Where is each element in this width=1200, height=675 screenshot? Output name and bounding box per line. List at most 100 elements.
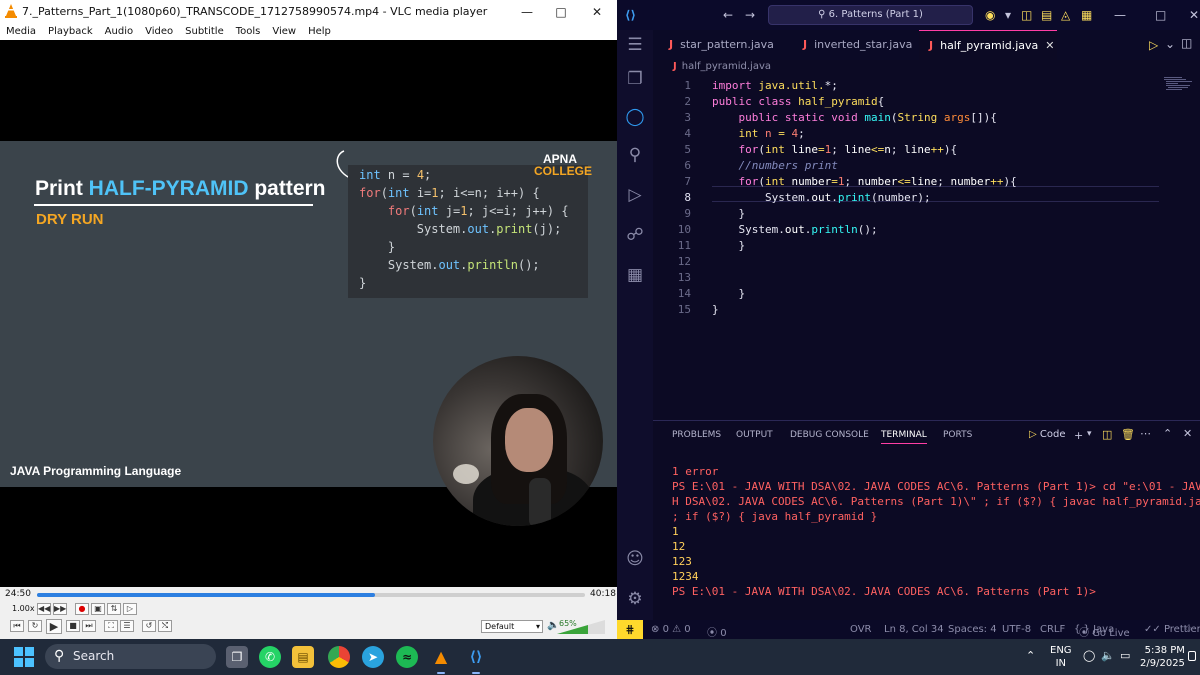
- menu-playback[interactable]: Playback: [42, 24, 99, 40]
- toggle-secondary-sidebar-icon[interactable]: ◬: [1061, 0, 1070, 30]
- spotify-icon[interactable]: ≈: [396, 646, 418, 668]
- tab-half-pyramid[interactable]: Jhalf_pyramid.java ✕: [919, 30, 1057, 60]
- repeat-icon[interactable]: ↺: [142, 620, 156, 632]
- settings-gear-icon[interactable]: ⚙: [624, 588, 646, 610]
- source-control-icon[interactable]: ☍: [624, 224, 646, 246]
- tab-star-pattern[interactable]: Jstar_pattern.java: [661, 30, 789, 60]
- encoding[interactable]: UTF-8: [1002, 624, 1031, 635]
- playback-speed[interactable]: 1.00x: [12, 604, 35, 613]
- taskbar-search[interactable]: ⚲ Search: [45, 644, 216, 669]
- windows-start-icon[interactable]: [14, 647, 34, 667]
- copilot-menu-icon[interactable]: ▾: [1005, 0, 1011, 30]
- vlc-taskbar-icon[interactable]: ▲: [430, 646, 452, 674]
- account-icon[interactable]: ☺: [624, 548, 646, 570]
- notifications-icon[interactable]: ♢: [1184, 624, 1193, 635]
- faster-icon[interactable]: ▶▶: [53, 603, 67, 615]
- kill-terminal-icon[interactable]: 🗑: [1121, 428, 1135, 441]
- split-terminal-icon[interactable]: ◫: [1102, 428, 1112, 441]
- maximize-button[interactable]: □: [544, 0, 578, 24]
- chrome-icon[interactable]: [328, 646, 350, 668]
- wifi-icon[interactable]: ◯: [1083, 649, 1095, 662]
- minimize-button[interactable]: —: [510, 0, 544, 24]
- search-view-icon[interactable]: ⚲: [624, 144, 646, 166]
- menu-subtitle[interactable]: Subtitle: [179, 24, 230, 40]
- extended-settings-icon[interactable]: ☰: [120, 620, 134, 632]
- extensions-icon[interactable]: ▦: [624, 264, 646, 286]
- frame-step-icon[interactable]: ▷: [123, 603, 137, 615]
- split-editor-icon[interactable]: ◫: [1181, 36, 1192, 50]
- close-panel-icon[interactable]: ✕: [1183, 427, 1192, 440]
- minimap[interactable]: [1162, 76, 1194, 96]
- problems-status[interactable]: ⊗ 0 ⚠ 0: [651, 624, 691, 635]
- explorer-icon[interactable]: ❐: [624, 68, 646, 90]
- video-area[interactable]: Print HALF-PYRAMID pattern DRY RUN int n…: [0, 40, 617, 587]
- task-view-icon[interactable]: ❐: [226, 646, 248, 668]
- menu-icon[interactable]: ☰: [624, 34, 646, 56]
- whatsapp-icon[interactable]: ✆: [259, 646, 281, 668]
- command-center-search[interactable]: ⚲ 6. Patterns (Part 1): [768, 5, 973, 25]
- line-ending[interactable]: CRLF: [1040, 624, 1065, 635]
- panel-tab-output[interactable]: OUTPUT: [736, 430, 773, 440]
- panel-tab-debug-console[interactable]: DEBUG CONSOLE: [790, 430, 869, 440]
- overwrite-mode[interactable]: OVR: [850, 624, 871, 635]
- go-live[interactable]: ⦿ Go Live: [1079, 624, 1130, 639]
- new-terminal-icon[interactable]: +: [1074, 429, 1083, 442]
- audio-preset-select[interactable]: Default ▾: [481, 620, 543, 633]
- back-arrow-icon[interactable]: ←: [723, 0, 733, 30]
- customize-layout-icon[interactable]: ▦: [1081, 0, 1092, 30]
- battery-icon[interactable]: ▭: [1120, 649, 1130, 662]
- menu-view[interactable]: View: [266, 24, 302, 40]
- indentation[interactable]: Spaces: 4: [948, 624, 997, 635]
- snapshot-icon[interactable]: ▣: [91, 603, 105, 615]
- more-actions-icon[interactable]: ⋯: [1140, 427, 1151, 440]
- system-clock[interactable]: 5:38 PM 2/9/2025: [1140, 644, 1185, 670]
- vscode-maximize-button[interactable]: □: [1155, 0, 1166, 30]
- panel-tab-problems[interactable]: PROBLEMS: [672, 430, 721, 440]
- show-hidden-icons[interactable]: ⌃: [1026, 649, 1035, 662]
- vscode-taskbar-icon[interactable]: ⟨⟩: [465, 646, 487, 674]
- remote-indicator-icon[interactable]: ⋕: [617, 620, 643, 639]
- menu-audio[interactable]: Audio: [99, 24, 139, 40]
- menu-media[interactable]: Media: [0, 24, 42, 40]
- toggle-primary-sidebar-icon[interactable]: ◫: [1021, 0, 1032, 30]
- fullscreen-icon[interactable]: ⛶: [104, 620, 118, 632]
- terminal-profile[interactable]: ▷ Code: [1029, 429, 1065, 440]
- maximize-panel-icon[interactable]: ⌃: [1163, 427, 1172, 440]
- play-button[interactable]: ▶: [46, 619, 62, 634]
- reload-icon[interactable]: ↻: [28, 620, 42, 632]
- panel-tab-ports[interactable]: PORTS: [943, 430, 972, 440]
- code-editor[interactable]: 1 2 3 4 5 6 7 8 9 10 11 12 13 14 15 impo…: [653, 76, 1200, 416]
- loop-ab-icon[interactable]: ⇅: [107, 603, 121, 615]
- vscode-minimize-button[interactable]: —: [1114, 0, 1126, 30]
- terminal-dropdown-icon[interactable]: ▾: [1087, 429, 1092, 439]
- forward-arrow-icon[interactable]: →: [745, 0, 755, 30]
- menu-help[interactable]: Help: [302, 24, 337, 40]
- shuffle-icon[interactable]: ⤭: [158, 620, 172, 632]
- copilot-icon[interactable]: ◉: [985, 0, 995, 30]
- run-menu-icon[interactable]: ⌄: [1165, 37, 1175, 51]
- stop-icon[interactable]: ■: [66, 620, 80, 632]
- volume-icon[interactable]: 🔈: [1101, 649, 1115, 662]
- ports-status[interactable]: ⦿ 0: [707, 624, 727, 639]
- previous-icon[interactable]: ⏮: [10, 620, 24, 632]
- language-indicator[interactable]: ENG IN: [1050, 644, 1072, 670]
- menu-video[interactable]: Video: [139, 24, 179, 40]
- file-explorer-icon[interactable]: ▤: [292, 646, 314, 668]
- run-java-icon[interactable]: ▷: [1149, 38, 1158, 52]
- panel-tab-terminal[interactable]: TERMINAL: [881, 430, 927, 444]
- tab-inverted-star[interactable]: Jinverted_star.java: [795, 30, 923, 60]
- breadcrumb[interactable]: Jhalf_pyramid.java: [673, 61, 771, 72]
- record-icon[interactable]: ●: [75, 603, 89, 615]
- vscode-close-button[interactable]: ✕: [1189, 0, 1199, 30]
- toggle-panel-icon[interactable]: ▤: [1041, 0, 1052, 30]
- edge-icon[interactable]: ◯: [624, 106, 646, 128]
- slower-icon[interactable]: ◀◀: [37, 603, 51, 615]
- close-button[interactable]: ✕: [580, 0, 614, 24]
- cursor-position[interactable]: Ln 8, Col 34: [884, 624, 944, 635]
- close-tab-icon[interactable]: ✕: [1045, 39, 1054, 52]
- next-icon[interactable]: ⏭: [82, 620, 96, 632]
- notification-bell-icon[interactable]: [1188, 651, 1196, 661]
- seek-bar[interactable]: [37, 593, 585, 597]
- menu-tools[interactable]: Tools: [230, 24, 267, 40]
- run-debug-icon[interactable]: ▷: [624, 184, 646, 206]
